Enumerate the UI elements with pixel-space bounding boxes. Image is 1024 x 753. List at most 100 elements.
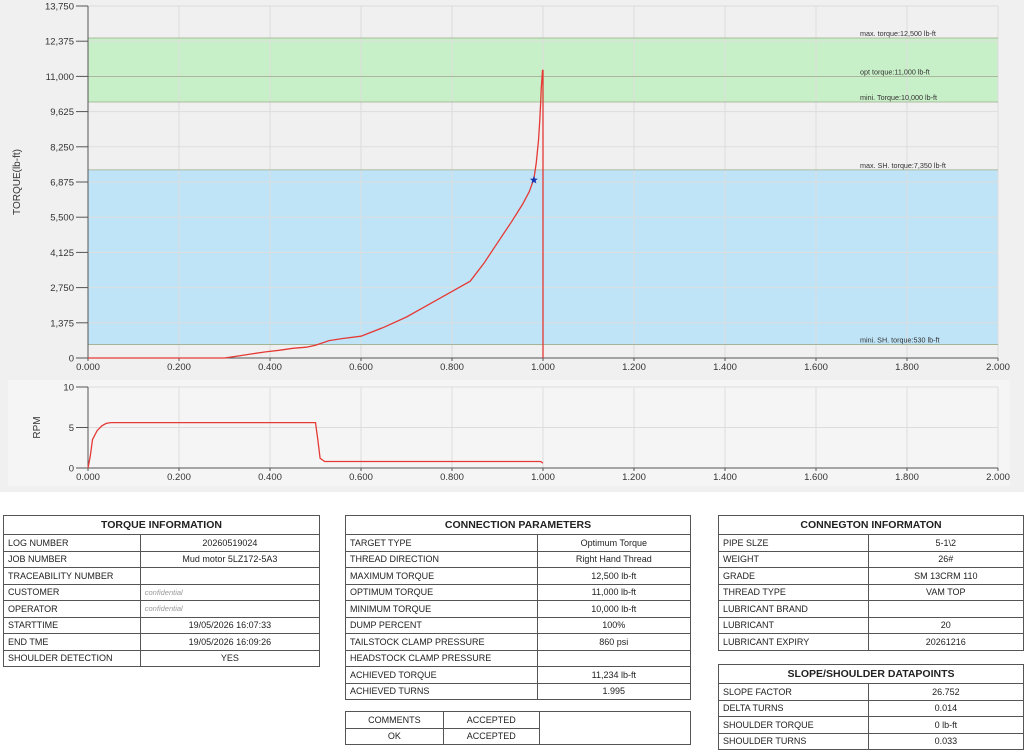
- x-tick-label: 0.400: [258, 362, 282, 373]
- row-value: confidential: [139, 600, 321, 618]
- x-tick-label: 0.800: [440, 472, 464, 483]
- row-value: 1.995: [536, 682, 692, 700]
- reference-line-label: mini. SH. torque:530 lb-ft: [860, 335, 940, 344]
- x-tick-label: 1.800: [895, 362, 919, 373]
- table-row: LUBRICANT 20: [718, 616, 1024, 634]
- row-label: TRACEABILITY NUMBER: [3, 567, 141, 585]
- row-label: SHOULDER TORQUE: [718, 716, 869, 734]
- row-value: 860 psi: [536, 633, 692, 651]
- row-label: DELTA TURNS: [718, 699, 869, 717]
- table-row: COMMENTS ACCEPTED: [345, 711, 692, 745]
- row-value: 5-1\2: [867, 534, 1024, 552]
- connection-information-table: CONNEGTON INFORMATON PIPE SLZE 5-1\2 WEIGH…: [718, 515, 1024, 651]
- y-tick-label: 5: [69, 423, 74, 434]
- y-tick-label: 4,125: [50, 248, 74, 259]
- x-tick-label: 1.600: [804, 472, 828, 483]
- row-value: 10,000 lb-ft: [536, 600, 692, 618]
- x-tick-label: 1.400: [713, 472, 737, 483]
- row-label: THREAD TYPE: [718, 583, 869, 601]
- row-label: LUBRICANT EXPIRY: [718, 633, 869, 651]
- row-label: PIPE SLZE: [718, 534, 869, 552]
- row-value: Mud motor 5LZ172-5A3: [139, 550, 321, 568]
- x-tick-label: 0.600: [349, 472, 373, 483]
- row-value: 0.033: [867, 732, 1024, 750]
- row-value: SM 13CRM 110: [867, 567, 1024, 585]
- y-axis-label: RPM: [32, 416, 43, 438]
- reference-line-label: max. SH. torque:7,350 lb-ft: [860, 161, 946, 170]
- y-tick-label: 10: [63, 383, 74, 394]
- reference-line-label: max. torque:12,500 lb-ft: [860, 29, 936, 38]
- table-row: END TME 19/05/2026 16:09:26: [3, 633, 321, 651]
- y-tick-label: 1,375: [50, 318, 74, 329]
- table-row: DELTA TURNS 0.014: [718, 699, 1024, 717]
- y-tick-label: 0: [69, 354, 74, 365]
- y-tick-label: 13,750: [45, 2, 74, 13]
- y-tick-label: 9,625: [50, 107, 74, 118]
- table-row: TAILSTOCK CLAMP PRESSURE 860 psi: [345, 633, 692, 651]
- table-row: LUBRICANT BRAND: [718, 600, 1024, 618]
- table-row: TRACEABILITY NUMBER: [3, 567, 321, 585]
- blank-cell: [538, 711, 692, 745]
- x-tick-label: 1.600: [804, 362, 828, 373]
- row-label: MAXIMUM TORQUE: [345, 567, 538, 585]
- row-label: LUBRICANT BRAND: [718, 600, 869, 618]
- table-row: WEIGHT 26#: [718, 550, 1024, 568]
- y-tick-label: 2,750: [50, 283, 74, 294]
- reference-line-label: mini. Torque:10,000 lb-ft: [860, 93, 937, 102]
- row-label: CUSTOMER: [3, 583, 141, 601]
- row-value: 12,500 lb-ft: [536, 567, 692, 585]
- table-row: LUBRICANT EXPIRY 20261216: [718, 633, 1024, 651]
- row-value: 20: [867, 616, 1024, 634]
- table-row: MAXIMUM TORQUE 12,500 lb-ft: [345, 567, 692, 585]
- table-row: SHOULDER TORQUE 0 lb-ft: [718, 716, 1024, 734]
- row-label: DUMP PERCENT: [345, 616, 538, 634]
- row-value: [867, 600, 1024, 618]
- table-row: MINIMUM TORQUE 10,000 lb-ft: [345, 600, 692, 618]
- table-row: HEADSTOCK CLAMP PRESSURE: [345, 649, 692, 667]
- table-row: SLOPE FACTOR 26.752: [718, 683, 1024, 701]
- table-row: ACHIEVED TORQUE 11,234 lb-ft: [345, 666, 692, 684]
- row-label: ACHIEVED TURNS: [345, 682, 538, 700]
- row-value: 26.752: [867, 683, 1024, 701]
- x-tick-label: 1.400: [713, 362, 737, 373]
- table-row: ACHIEVED TURNS 1.995: [345, 682, 692, 700]
- row-label: OK: [345, 727, 444, 745]
- table-row: SHOULDER TURNS 0.033: [718, 732, 1024, 750]
- x-tick-label: 1.000: [531, 472, 555, 483]
- row-value: 26#: [867, 550, 1024, 568]
- x-tick-label: 0.800: [440, 362, 464, 373]
- row-label: END TME: [3, 633, 141, 651]
- row-value: 19/05/2026 16:09:26: [139, 633, 321, 651]
- row-value: Optimum Torque: [536, 534, 692, 552]
- table-title: CONNEGTON INFORMATON: [718, 515, 1024, 535]
- row-label: THREAD DIRECTION: [345, 550, 538, 568]
- row-label: TAILSTOCK CLAMP PRESSURE: [345, 633, 538, 651]
- table-row: GRADE SM 13CRM 110: [718, 567, 1024, 585]
- row-label: OPTIMUM TORQUE: [345, 583, 538, 601]
- row-value: 100%: [536, 616, 692, 634]
- row-value: 20260519024: [139, 534, 321, 552]
- comments-table: COMMENTS ACCEPTED OK ACCEPTED: [345, 711, 692, 745]
- table-row: SHOULDER DETECTION YES: [3, 649, 321, 667]
- row-label: COMMENTS: [345, 711, 444, 729]
- x-tick-label: 0.200: [167, 472, 191, 483]
- row-value: YES: [139, 649, 321, 667]
- table-row: DUMP PERCENT 100%: [345, 616, 692, 634]
- row-label: SLOPE FACTOR: [718, 683, 869, 701]
- row-value: ACCEPTED: [442, 727, 540, 745]
- row-label: TARGET TYPE: [345, 534, 538, 552]
- row-label: GRADE: [718, 567, 869, 585]
- row-value: 11,000 lb-ft: [536, 583, 692, 601]
- x-tick-label: 1.800: [895, 472, 919, 483]
- table-row: PIPE SLZE 5-1\2: [718, 534, 1024, 552]
- connection-parameters-table: CONNECTION PARAMETERS TARGET TYPE Optimum…: [345, 515, 692, 700]
- x-tick-label: 1.200: [622, 472, 646, 483]
- row-value: 0 lb-ft: [867, 716, 1024, 734]
- row-label: SHOULDER TURNS: [718, 732, 869, 750]
- row-value: Right Hand Thread: [536, 550, 692, 568]
- x-tick-label: 0.400: [258, 472, 282, 483]
- row-label: HEADSTOCK CLAMP PRESSURE: [345, 649, 538, 667]
- x-tick-label: 0.000: [76, 362, 100, 373]
- torque-information-table: TORQUE INFORMATION LOG NUMBER 20260519024…: [3, 515, 321, 667]
- x-tick-label: 0.600: [349, 362, 373, 373]
